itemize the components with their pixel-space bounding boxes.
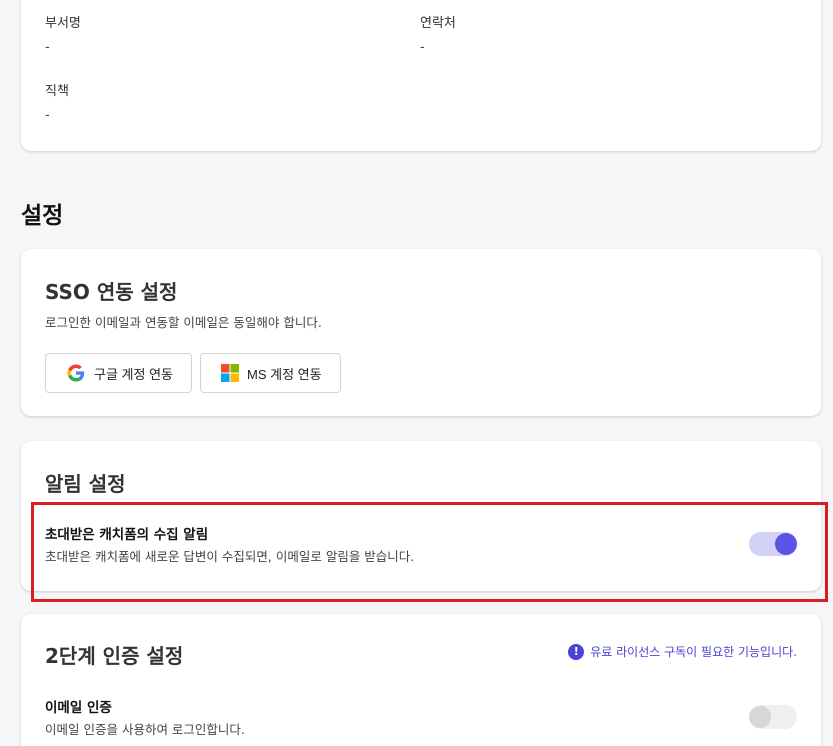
notification-title: 알림 설정 [45, 472, 126, 496]
google-link-label: 구글 계정 연동 [94, 366, 173, 382]
ms-link-label: MS 계정 연동 [247, 366, 322, 382]
email-auth-toggle[interactable] [749, 705, 797, 729]
sso-title: SSO 연동 설정 [45, 280, 178, 304]
two-factor-card: 2단계 인증 설정 ! 유료 라이선스 구독이 필요한 기능입니다. 이메일 인… [21, 614, 821, 746]
google-icon [67, 364, 85, 382]
google-link-button[interactable]: 구글 계정 연동 [45, 353, 192, 393]
department-label: 부서명 [45, 16, 81, 31]
sso-card: SSO 연동 설정 로그인한 이메일과 연동할 이메일은 동일해야 합니다. 구… [21, 249, 821, 416]
two-factor-title: 2단계 인증 설정 [45, 644, 184, 668]
toggle-knob [775, 533, 797, 555]
contact-value: - [420, 40, 425, 55]
email-auth-description: 이메일 인증을 사용하여 로그인합니다. [45, 722, 245, 737]
notification-card: 알림 설정 초대받은 캐치폼의 수집 알림 초대받은 캐치폼에 새로운 답변이 … [21, 441, 821, 591]
invite-collection-alert-description: 초대받은 캐치폼에 새로운 답변이 수집되면, 이메일로 알림을 받습니다. [45, 549, 415, 564]
invite-collection-alert-toggle[interactable] [749, 532, 797, 556]
position-value: - [45, 108, 50, 123]
profile-card: 부서명 - 연락처 - 직책 - [21, 0, 821, 151]
microsoft-icon [221, 364, 239, 382]
department-value: - [45, 40, 50, 55]
ms-link-button[interactable]: MS 계정 연동 [200, 353, 341, 393]
license-required-note: ! 유료 라이선스 구독이 필요한 기능입니다. [568, 643, 797, 660]
sso-description: 로그인한 이메일과 연동할 이메일은 동일해야 합니다. [45, 315, 322, 330]
info-icon: ! [568, 643, 585, 660]
invite-collection-alert-title: 초대받은 캐치폼의 수집 알림 [45, 527, 209, 543]
position-label: 직책 [45, 84, 69, 99]
license-required-text: 유료 라이선스 구독이 필요한 기능입니다. [590, 645, 797, 659]
contact-label: 연락처 [420, 16, 456, 31]
toggle-knob [749, 706, 771, 728]
email-auth-title: 이메일 인증 [45, 700, 112, 716]
settings-section-title: 설정 [21, 203, 64, 229]
